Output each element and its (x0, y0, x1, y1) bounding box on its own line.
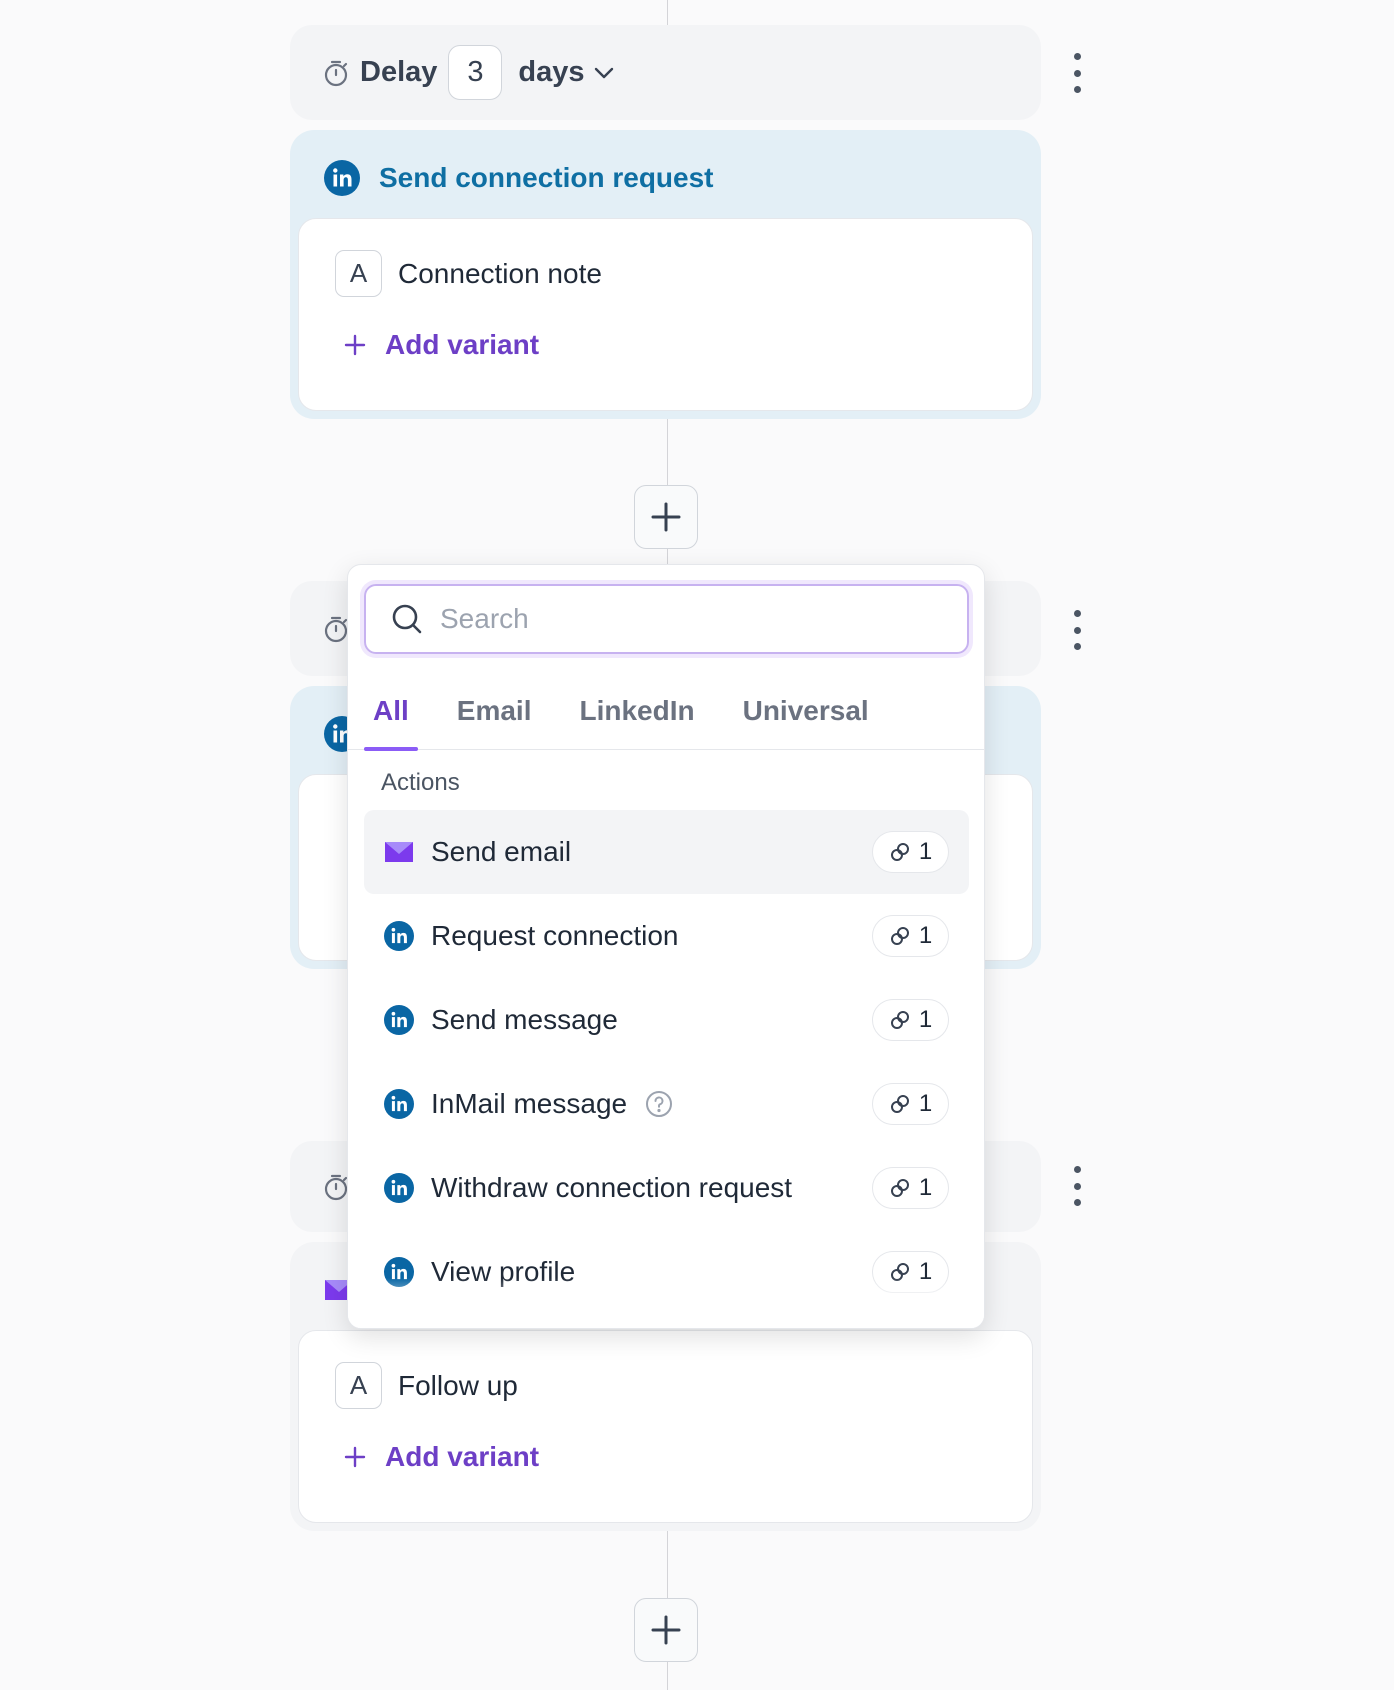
timer-icon (324, 1174, 348, 1200)
linkedin-icon (384, 1173, 414, 1203)
action-send-email[interactable]: Send email 1 (364, 810, 969, 894)
action-inmail-message[interactable]: InMail message 1 (364, 1062, 969, 1146)
plus-icon (651, 1615, 681, 1645)
count-badge: 1 (872, 1167, 949, 1209)
add-variant-label: Add variant (385, 1441, 540, 1472)
step-header: Send connection request (298, 138, 1033, 218)
link-icon (890, 927, 909, 945)
tab-all[interactable]: All (364, 675, 418, 751)
delay-unit-label: days (518, 56, 585, 88)
email-icon (385, 842, 413, 862)
chevron-down-icon (594, 67, 613, 78)
count-badge: 1 (872, 999, 949, 1041)
timer-icon (324, 616, 348, 642)
step-body: A Follow up Add variant (298, 1330, 1033, 1523)
count-badge: 1 (872, 915, 949, 957)
search-box (364, 584, 969, 654)
action-label: InMail message (431, 1088, 628, 1119)
link-icon (890, 1095, 909, 1113)
add-step-popup: All Email LinkedIn Universal Actions Sen… (347, 564, 985, 1329)
section-label: Actions (381, 769, 460, 796)
link-icon (890, 1011, 909, 1029)
actions-list: Send email 1 Request connection 1 Send m… (364, 810, 969, 1314)
count-value: 1 (918, 1006, 933, 1033)
count-badge: 1 (872, 1083, 949, 1125)
search-icon (392, 604, 422, 634)
variant-name: Connection note (398, 257, 602, 289)
search-input[interactable] (440, 603, 920, 635)
action-label: Send email (431, 836, 572, 867)
count-value: 1 (918, 1174, 933, 1201)
more-options-icon[interactable] (1065, 610, 1089, 650)
delay-label: Delay (360, 56, 438, 88)
action-label: Withdraw connection request (431, 1172, 793, 1203)
variant-row[interactable]: A Connection note (335, 250, 1032, 297)
action-send-message[interactable]: Send message 1 (364, 978, 969, 1062)
delay-value-input[interactable]: 3 (448, 45, 503, 100)
variant-row[interactable]: A Follow up (335, 1362, 1032, 1409)
delay-card-1: Delay 3 days (290, 25, 1041, 120)
action-view-profile[interactable]: View profile 1 (364, 1230, 969, 1314)
category-tabs: All Email LinkedIn Universal (348, 675, 984, 751)
link-icon (890, 843, 909, 861)
link-icon (890, 1179, 909, 1197)
linkedin-icon (384, 921, 414, 951)
variant-letter-badge: A (335, 1362, 382, 1409)
count-value: 1 (918, 1090, 933, 1117)
tab-email[interactable]: Email (448, 675, 541, 750)
linkedin-icon (384, 1257, 414, 1287)
add-variant-label: Add variant (385, 329, 540, 360)
delay-unit-dropdown[interactable]: days (518, 56, 616, 89)
plus-icon (344, 1446, 366, 1468)
link-icon (890, 1263, 909, 1281)
add-step-button-bottom[interactable] (634, 1598, 698, 1662)
add-step-button[interactable] (634, 485, 698, 549)
plus-icon (344, 334, 366, 356)
linkedin-icon (324, 160, 360, 196)
connector-line-1 (667, 419, 668, 485)
count-badge: 1 (872, 1251, 949, 1293)
action-request-connection[interactable]: Request connection 1 (364, 894, 969, 978)
plus-icon (651, 502, 681, 532)
step-body: A Connection note Add variant (298, 218, 1033, 411)
count-value: 1 (918, 838, 933, 865)
tab-linkedin[interactable]: LinkedIn (570, 675, 703, 750)
connector-line-top (667, 0, 668, 25)
add-variant-button[interactable]: Add variant (343, 329, 1032, 361)
variant-letter-badge: A (335, 250, 382, 297)
count-value: 1 (918, 1258, 933, 1285)
timer-icon (324, 60, 348, 86)
help-icon[interactable] (644, 1089, 674, 1119)
variant-name: Follow up (398, 1369, 518, 1401)
tab-universal[interactable]: Universal (734, 675, 878, 750)
action-label: View profile (431, 1256, 576, 1287)
action-label: Send message (431, 1004, 618, 1035)
connector-line-3 (667, 1530, 668, 1598)
more-options-icon[interactable] (1065, 53, 1089, 93)
action-label: Request connection (431, 920, 679, 951)
connector-line-bottom (667, 1662, 668, 1690)
linkedin-icon (384, 1089, 414, 1119)
add-variant-button[interactable]: Add variant (343, 1441, 1032, 1473)
count-badge: 1 (872, 831, 949, 873)
step-card-send-connection: Send connection request A Connection not… (290, 130, 1041, 419)
more-options-icon[interactable] (1065, 1166, 1089, 1206)
action-withdraw-connection-request[interactable]: Withdraw connection request 1 (364, 1146, 969, 1230)
step-title: Send connection request (379, 162, 714, 193)
count-value: 1 (918, 922, 933, 949)
linkedin-icon (384, 1005, 414, 1035)
connector-line-2 (667, 549, 668, 565)
